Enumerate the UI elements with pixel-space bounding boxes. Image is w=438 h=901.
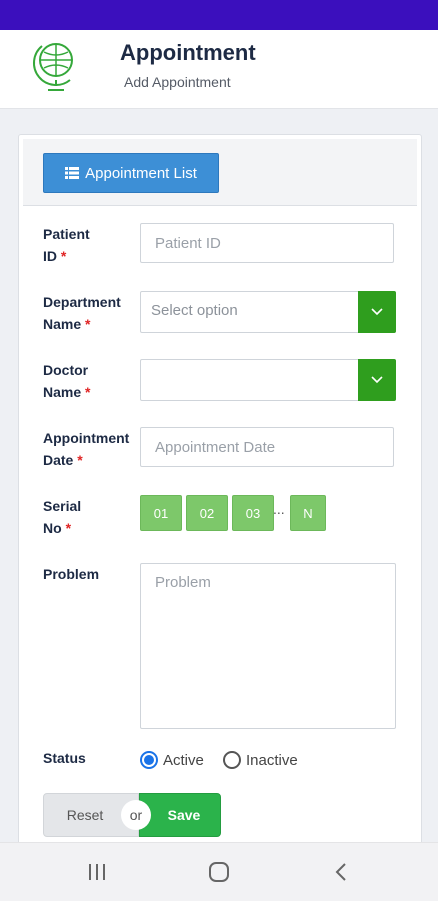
problem-label: Problem: [43, 566, 100, 582]
required-mark: *: [85, 384, 91, 400]
serial-option-03[interactable]: 03: [232, 495, 274, 531]
serial-ellipsis: ...: [273, 501, 285, 517]
required-mark: *: [77, 452, 83, 468]
globe-logo-icon: [32, 43, 73, 91]
card-header: Appointment List: [23, 139, 417, 206]
page-subtitle: Add Appointment: [124, 74, 231, 90]
status-active-label: Active: [163, 751, 204, 769]
recent-apps-icon[interactable]: [77, 857, 117, 887]
radio-checked-icon: [140, 751, 158, 769]
required-mark: *: [85, 316, 91, 332]
appointment-list-button[interactable]: Appointment List: [43, 153, 219, 193]
appointment-list-label: Appointment List: [85, 164, 197, 182]
chevron-down-icon[interactable]: [358, 359, 396, 401]
serial-option-n[interactable]: N: [290, 495, 326, 531]
status-inactive-label: Inactive: [246, 751, 298, 769]
list-icon: [65, 167, 80, 179]
doctor-label: Doctor Name *: [43, 362, 91, 400]
problem-textarea[interactable]: [140, 563, 396, 729]
required-mark: *: [65, 520, 72, 536]
status-active-radio[interactable]: Active: [140, 751, 204, 769]
page-title: Appointment: [120, 40, 256, 65]
serial-option-01[interactable]: 01: [140, 495, 182, 531]
doctor-select[interactable]: [140, 359, 396, 401]
chevron-down-icon[interactable]: [358, 291, 396, 333]
patient-id-input[interactable]: [140, 223, 394, 263]
status-inactive-radio[interactable]: Inactive: [223, 751, 298, 769]
serial-option-02[interactable]: 02: [186, 495, 228, 531]
appointment-form-card: Appointment List Patient ID * Department…: [18, 134, 422, 856]
save-button[interactable]: Save: [139, 793, 221, 837]
appointment-date-label: Appointment Date *: [43, 430, 130, 468]
patient-id-label: Patient ID *: [43, 226, 90, 264]
department-select[interactable]: Select option: [140, 291, 396, 333]
serial-no-label: Serial No *: [43, 498, 82, 536]
status-bar: [0, 0, 438, 30]
status-label: Status: [43, 750, 86, 766]
form-actions: Reset Save or: [43, 793, 221, 837]
back-icon[interactable]: [321, 857, 361, 887]
department-label: Department Name *: [43, 294, 121, 332]
home-icon[interactable]: [199, 857, 239, 887]
radio-unchecked-icon: [223, 751, 241, 769]
system-nav-bar: [0, 842, 438, 901]
required-mark: *: [60, 248, 67, 264]
appointment-date-input[interactable]: [140, 427, 394, 467]
department-selected-value: Select option: [151, 302, 238, 319]
or-separator: or: [121, 800, 151, 830]
page-header: Appointment Add Appointment: [0, 30, 438, 109]
